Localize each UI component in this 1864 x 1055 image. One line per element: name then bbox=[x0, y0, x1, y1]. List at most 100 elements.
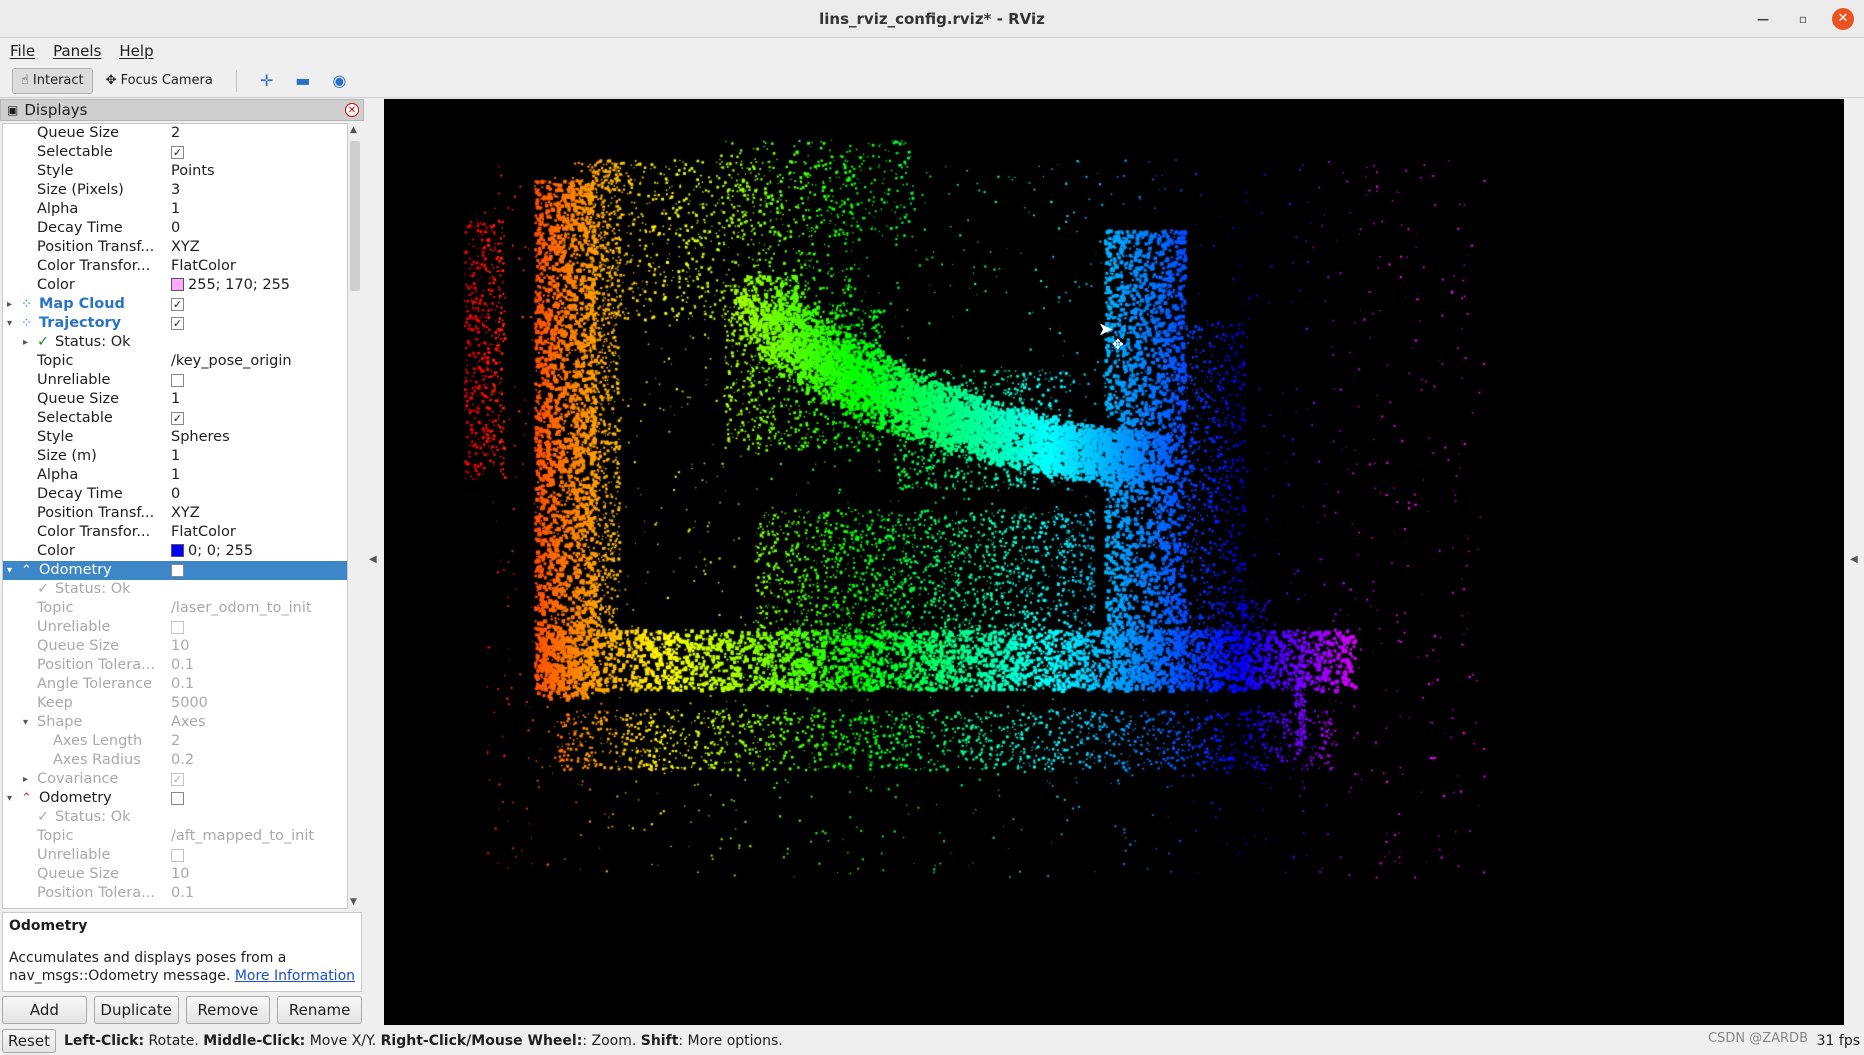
property-row[interactable]: Style Spheres bbox=[3, 428, 347, 447]
property-row[interactable]: Position Tolera... 0.1 bbox=[3, 884, 347, 903]
property-value[interactable]: 3 bbox=[171, 181, 180, 200]
property-row[interactable]: Position Tolera... 0.1 bbox=[3, 656, 347, 675]
property-value[interactable]: 2 bbox=[171, 124, 180, 143]
property-value[interactable]: /aft_mapped_to_init bbox=[171, 827, 314, 846]
checkbox[interactable] bbox=[171, 374, 184, 387]
remove-tool-button[interactable]: ▬ bbox=[286, 68, 319, 94]
property-value[interactable]: FlatColor bbox=[171, 257, 236, 276]
more-information-link[interactable]: More Information bbox=[235, 968, 355, 984]
display-item[interactable]: ▸ ⁘ Map Cloud ✓ bbox=[3, 295, 347, 314]
menu-file[interactable]: File bbox=[10, 42, 35, 60]
close-window-icon[interactable]: ✕ bbox=[1832, 8, 1854, 30]
property-value[interactable]: Axes bbox=[171, 713, 206, 732]
interact-tool-button[interactable]: ☝ Interact bbox=[12, 67, 93, 94]
display-item[interactable]: ▾ ⌃ Odometry bbox=[3, 789, 347, 808]
remove-button[interactable]: Remove bbox=[185, 996, 271, 1024]
collapse-left-icon[interactable]: ◀ bbox=[369, 554, 377, 565]
property-row[interactable]: Queue Size 2 bbox=[3, 124, 347, 143]
property-value[interactable]: 1 bbox=[171, 390, 180, 409]
property-value[interactable]: FlatColor bbox=[171, 523, 236, 542]
property-value[interactable]: 10 bbox=[171, 637, 189, 656]
property-value[interactable]: 1 bbox=[171, 200, 180, 219]
property-row[interactable]: Color Transfor... FlatColor bbox=[3, 257, 347, 276]
expand-arrow-icon[interactable]: ▾ bbox=[7, 789, 12, 808]
scrollbar-thumb[interactable] bbox=[350, 141, 360, 291]
property-row[interactable]: Keep 5000 bbox=[3, 694, 347, 713]
property-row[interactable]: Position Transf... XYZ bbox=[3, 504, 347, 523]
property-row[interactable]: Style Points bbox=[3, 162, 347, 181]
property-row[interactable]: Queue Size 10 bbox=[3, 637, 347, 656]
property-row[interactable]: ✓ Status: Ok bbox=[3, 580, 347, 599]
property-value[interactable]: 0.1 bbox=[171, 884, 194, 903]
checkbox[interactable]: ✓ bbox=[171, 773, 184, 786]
rename-button[interactable]: Rename bbox=[277, 996, 362, 1024]
reset-button[interactable]: Reset bbox=[2, 1029, 56, 1053]
property-row[interactable]: Topic/aft_mapped_to_init bbox=[3, 827, 347, 846]
display-item[interactable]: ▾ ⌃ Odometry bbox=[3, 561, 347, 580]
property-value[interactable]: 0 bbox=[171, 485, 180, 504]
property-value[interactable]: 10 bbox=[171, 865, 189, 884]
menu-panels[interactable]: Panels bbox=[53, 42, 101, 60]
menu-help[interactable]: Help bbox=[119, 42, 153, 60]
property-row[interactable]: Axes Length 2 bbox=[3, 732, 347, 751]
property-row[interactable]: Position Transf... XYZ bbox=[3, 238, 347, 257]
property-row[interactable]: Decay Time 0 bbox=[3, 485, 347, 504]
display-item[interactable]: ▾ ⁘ Trajectory ✓ bbox=[3, 314, 347, 333]
checkbox[interactable]: ✓ bbox=[171, 412, 184, 425]
checkbox[interactable] bbox=[171, 849, 184, 862]
collapse-arrow-icon[interactable]: ▸ bbox=[23, 333, 28, 352]
property-value[interactable]: XYZ bbox=[171, 504, 200, 523]
expand-arrow-icon[interactable]: ▾ bbox=[23, 713, 28, 732]
displays-scrollbar[interactable]: ▲ ▼ bbox=[348, 123, 362, 909]
expand-arrow-icon[interactable]: ▾ bbox=[7, 314, 12, 333]
expand-arrow-icon[interactable]: ▾ bbox=[7, 561, 12, 580]
focus-camera-tool-button[interactable]: ✥ Focus Camera bbox=[97, 68, 222, 94]
property-row[interactable]: Alpha 1 bbox=[3, 200, 347, 219]
maximize-icon[interactable]: ▫ bbox=[1792, 8, 1814, 30]
property-row[interactable]: Size (m) 1 bbox=[3, 447, 347, 466]
property-row[interactable]: Selectable ✓ bbox=[3, 409, 347, 428]
property-row[interactable]: ▾ Shape Axes bbox=[3, 713, 347, 732]
property-row[interactable]: Unreliable bbox=[3, 371, 347, 390]
property-row[interactable]: Angle Tolerance 0.1 bbox=[3, 675, 347, 694]
property-value[interactable]: /key_pose_origin bbox=[171, 352, 292, 371]
add-button[interactable]: Add bbox=[2, 996, 87, 1024]
property-value[interactable]: 2 bbox=[171, 732, 180, 751]
property-row[interactable]: Alpha 1 bbox=[3, 466, 347, 485]
property-value[interactable]: 0.2 bbox=[171, 751, 194, 770]
checkbox[interactable] bbox=[171, 792, 184, 805]
minimize-icon[interactable]: — bbox=[1752, 8, 1774, 30]
left-splitter[interactable]: ◀ bbox=[364, 99, 384, 1025]
property-row[interactable]: ▸ Covariance ✓ bbox=[3, 770, 347, 789]
right-splitter[interactable]: ◀ bbox=[1844, 99, 1864, 1025]
property-row[interactable]: Queue Size 1 bbox=[3, 390, 347, 409]
property-value[interactable]: 1 bbox=[171, 447, 180, 466]
property-value[interactable]: 0.1 bbox=[171, 656, 194, 675]
property-row[interactable]: Color 255; 170; 255 bbox=[3, 276, 347, 295]
property-row[interactable]: Topic/laser_odom_to_init bbox=[3, 599, 347, 618]
add-tool-button[interactable]: ✛ bbox=[251, 68, 282, 94]
property-row[interactable]: Selectable ✓ bbox=[3, 143, 347, 162]
property-value[interactable]: 0.1 bbox=[171, 675, 194, 694]
checkbox[interactable]: ✓ bbox=[171, 146, 184, 159]
checkbox[interactable]: ✓ bbox=[171, 298, 184, 311]
property-value[interactable]: 255; 170; 255 bbox=[171, 276, 290, 295]
property-row[interactable]: ▸ ✓ Status: Ok bbox=[3, 333, 347, 352]
property-value[interactable]: XYZ bbox=[171, 238, 200, 257]
checkbox[interactable] bbox=[171, 621, 184, 634]
checkbox[interactable] bbox=[171, 564, 184, 577]
property-row[interactable]: Unreliable bbox=[3, 618, 347, 637]
scroll-down-icon[interactable]: ▼ bbox=[350, 897, 357, 907]
property-row[interactable]: Topic/key_pose_origin bbox=[3, 352, 347, 371]
property-value[interactable]: 1 bbox=[171, 466, 180, 485]
checkbox[interactable]: ✓ bbox=[171, 317, 184, 330]
property-value[interactable]: Spheres bbox=[171, 428, 230, 447]
property-row[interactable]: Unreliable bbox=[3, 846, 347, 865]
collapse-arrow-icon[interactable]: ▸ bbox=[23, 770, 28, 789]
property-row[interactable]: Color 0; 0; 255 bbox=[3, 542, 347, 561]
property-row[interactable]: Size (Pixels) 3 bbox=[3, 181, 347, 200]
close-panel-icon[interactable]: ✕ bbox=[345, 103, 359, 117]
property-value[interactable]: 0; 0; 255 bbox=[171, 542, 253, 561]
scroll-up-icon[interactable]: ▲ bbox=[350, 125, 357, 135]
property-value[interactable]: 0 bbox=[171, 219, 180, 238]
